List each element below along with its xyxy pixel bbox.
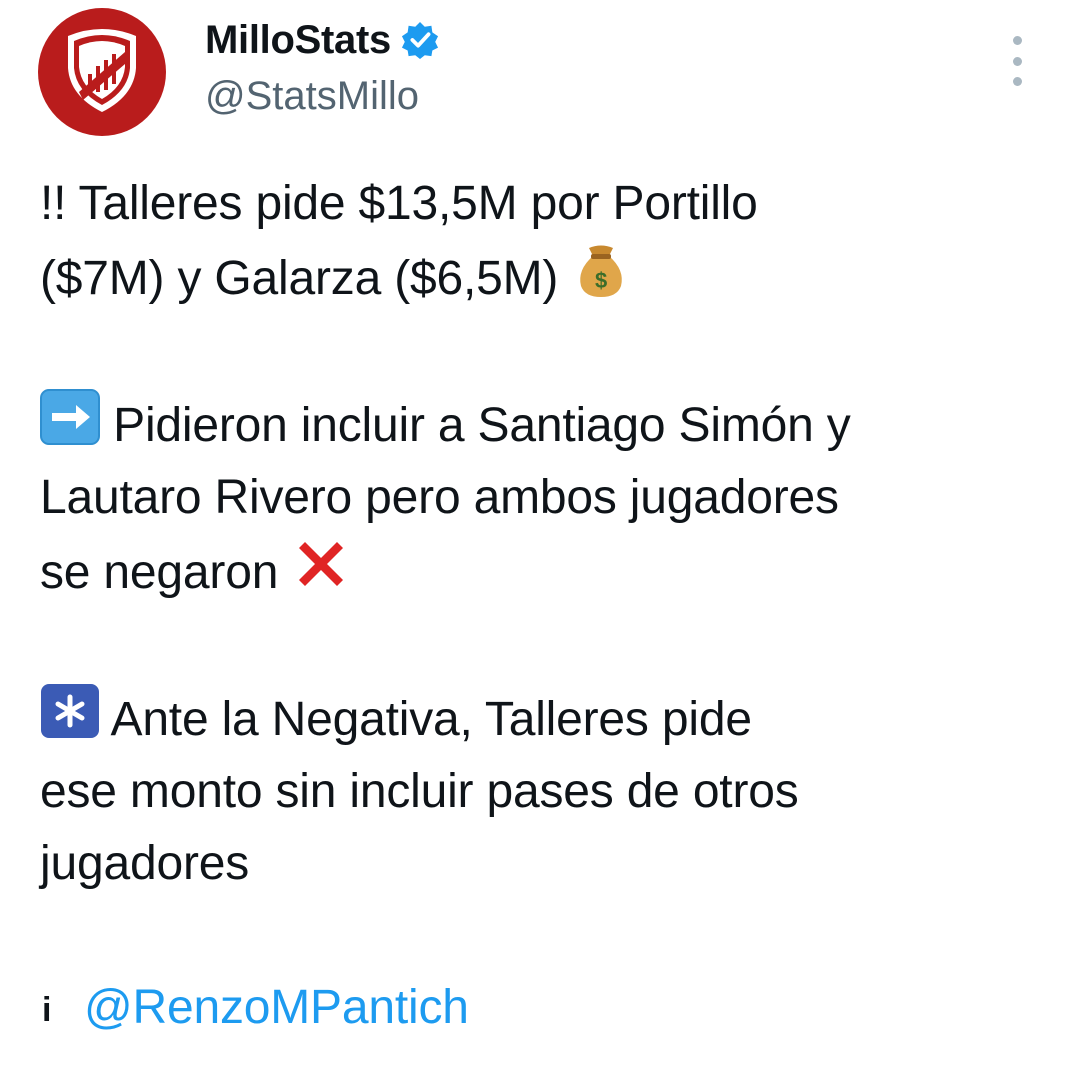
svg-text:$: $: [595, 268, 607, 293]
tweet-line: jugadores: [40, 828, 1050, 900]
money-bag-icon: $: [571, 240, 631, 300]
cross-mark-icon: [291, 534, 351, 594]
right-arrow-icon: [40, 387, 100, 447]
tweet-line-text: ($7M) y Galarza ($6,5M): [40, 252, 559, 305]
river-plate-crest-icon: [54, 22, 150, 123]
tweet-line-text: Ante la Negativa, Talleres pide: [110, 693, 753, 746]
tweet-line: ese monto sin incluir pases de otros: [40, 756, 1050, 828]
more-options-dot: [1012, 56, 1022, 66]
more-options-dot: [1012, 77, 1022, 86]
tweet-line: Ante la Negativa, Talleres pide: [40, 681, 1050, 756]
author-handle[interactable]: @StatsMillo: [205, 72, 419, 120]
verified-badge-icon: [401, 21, 439, 59]
tweet-line-text: !! Talleres pide $13,5M por Portillo: [40, 177, 758, 230]
more-options-icon: [1012, 36, 1022, 45]
mention-link[interactable]: @RenzoMPantich: [84, 981, 469, 1034]
asterisk-icon: [40, 681, 100, 741]
tweet-line: !! Talleres pide $13,5M por Portillo: [40, 168, 1050, 240]
tweet-line: Lautaro Rivero pero ambos jugadores: [40, 462, 1050, 534]
more-options-button[interactable]: [1000, 36, 1034, 86]
tweet-line-text: se negaron: [40, 546, 279, 599]
tweet-line: Pidieron incluir a Santiago Simón y: [40, 387, 1050, 462]
display-name-text: MilloStats: [205, 18, 391, 62]
tweet-line: se negaron: [40, 534, 1050, 609]
author-display-name[interactable]: MilloStats: [205, 16, 439, 64]
tweet-line: ($7M) y Galarza ($6,5M) $: [40, 240, 1050, 315]
tweet-line-text: Lautaro Rivero pero ambos jugadores: [40, 471, 839, 524]
tweet-line-text: jugadores: [40, 837, 250, 890]
tweet-line-text: ese monto sin incluir pases de otros: [40, 765, 799, 818]
information-glyph: i: [42, 991, 52, 1029]
tweet-line: i @RenzoMPantich: [40, 972, 1050, 1046]
tweet-line-text: Pidieron incluir a Santiago Simón y: [113, 399, 851, 452]
avatar[interactable]: [38, 8, 166, 136]
tweet-text: !! Talleres pide $13,5M por Portillo ($7…: [40, 168, 1050, 1046]
